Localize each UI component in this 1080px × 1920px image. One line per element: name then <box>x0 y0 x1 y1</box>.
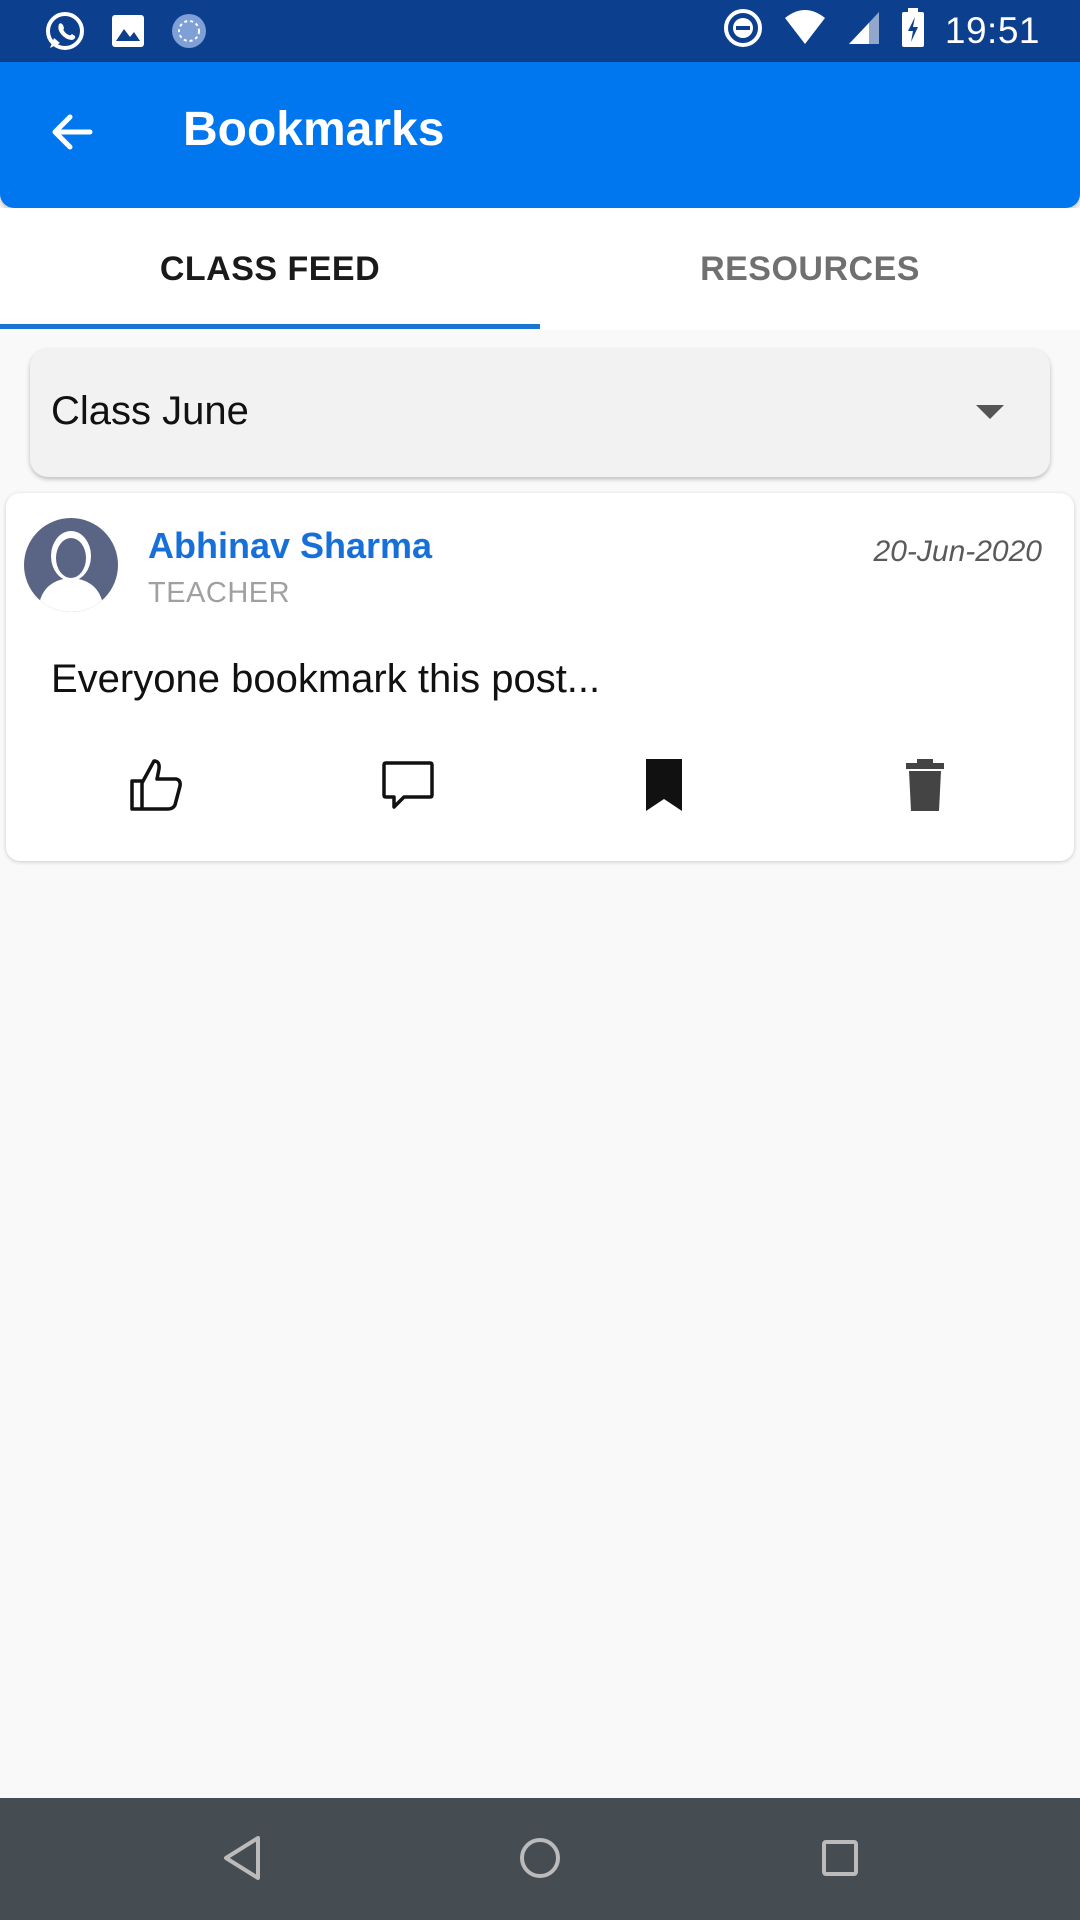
tab-indicator <box>0 324 540 329</box>
back-button[interactable] <box>44 106 100 162</box>
like-button[interactable] <box>124 755 188 819</box>
like-icon <box>128 757 184 818</box>
avatar <box>24 518 118 612</box>
post-text: Everyone bookmark this post... <box>51 657 601 701</box>
post-date: 20-Jun-2020 <box>873 535 1042 568</box>
author-role: TEACHER <box>148 577 291 609</box>
post-card: Abhinav Sharma TEACHER 20-Jun-2020 Every… <box>6 493 1074 861</box>
tab-resources[interactable]: RESOURCES <box>540 208 1080 330</box>
bookmark-icon <box>642 757 686 818</box>
tab-bar: CLASS FEED RESOURCES <box>0 208 1080 330</box>
author-name[interactable]: Abhinav Sharma <box>148 525 432 567</box>
dropdown-arrow-icon <box>976 405 1004 419</box>
delete-button[interactable] <box>893 755 957 819</box>
system-nav-bar <box>0 1798 1080 1920</box>
dnd-icon <box>723 8 763 53</box>
status-time: 19:51 <box>944 9 1040 51</box>
class-select[interactable]: Class June <box>30 349 1050 477</box>
whatsapp-icon <box>44 10 86 57</box>
class-select-value: Class June <box>51 389 249 433</box>
sync-icon <box>170 12 208 55</box>
page-title: Bookmarks <box>183 103 445 156</box>
signal-icon <box>847 10 881 51</box>
app-bar: Bookmarks <box>0 62 1080 208</box>
status-bar: 19:51 <box>0 0 1080 62</box>
wifi-icon <box>783 8 827 53</box>
nav-recents-button[interactable] <box>810 1830 870 1890</box>
battery-charging-icon <box>901 8 925 53</box>
bookmark-button[interactable] <box>632 755 696 819</box>
comment-button[interactable] <box>376 755 440 819</box>
nav-back-button[interactable] <box>212 1830 272 1890</box>
back-triangle-icon <box>220 1834 264 1887</box>
post-actions <box>6 755 1074 825</box>
home-circle-icon <box>518 1836 562 1885</box>
tab-class-feed[interactable]: CLASS FEED <box>0 208 540 330</box>
delete-icon <box>903 757 947 818</box>
comment-icon <box>380 757 436 818</box>
arrow-left-icon <box>48 108 96 161</box>
gallery-icon <box>110 13 146 54</box>
nav-home-button[interactable] <box>510 1830 570 1890</box>
recents-square-icon <box>820 1838 860 1883</box>
